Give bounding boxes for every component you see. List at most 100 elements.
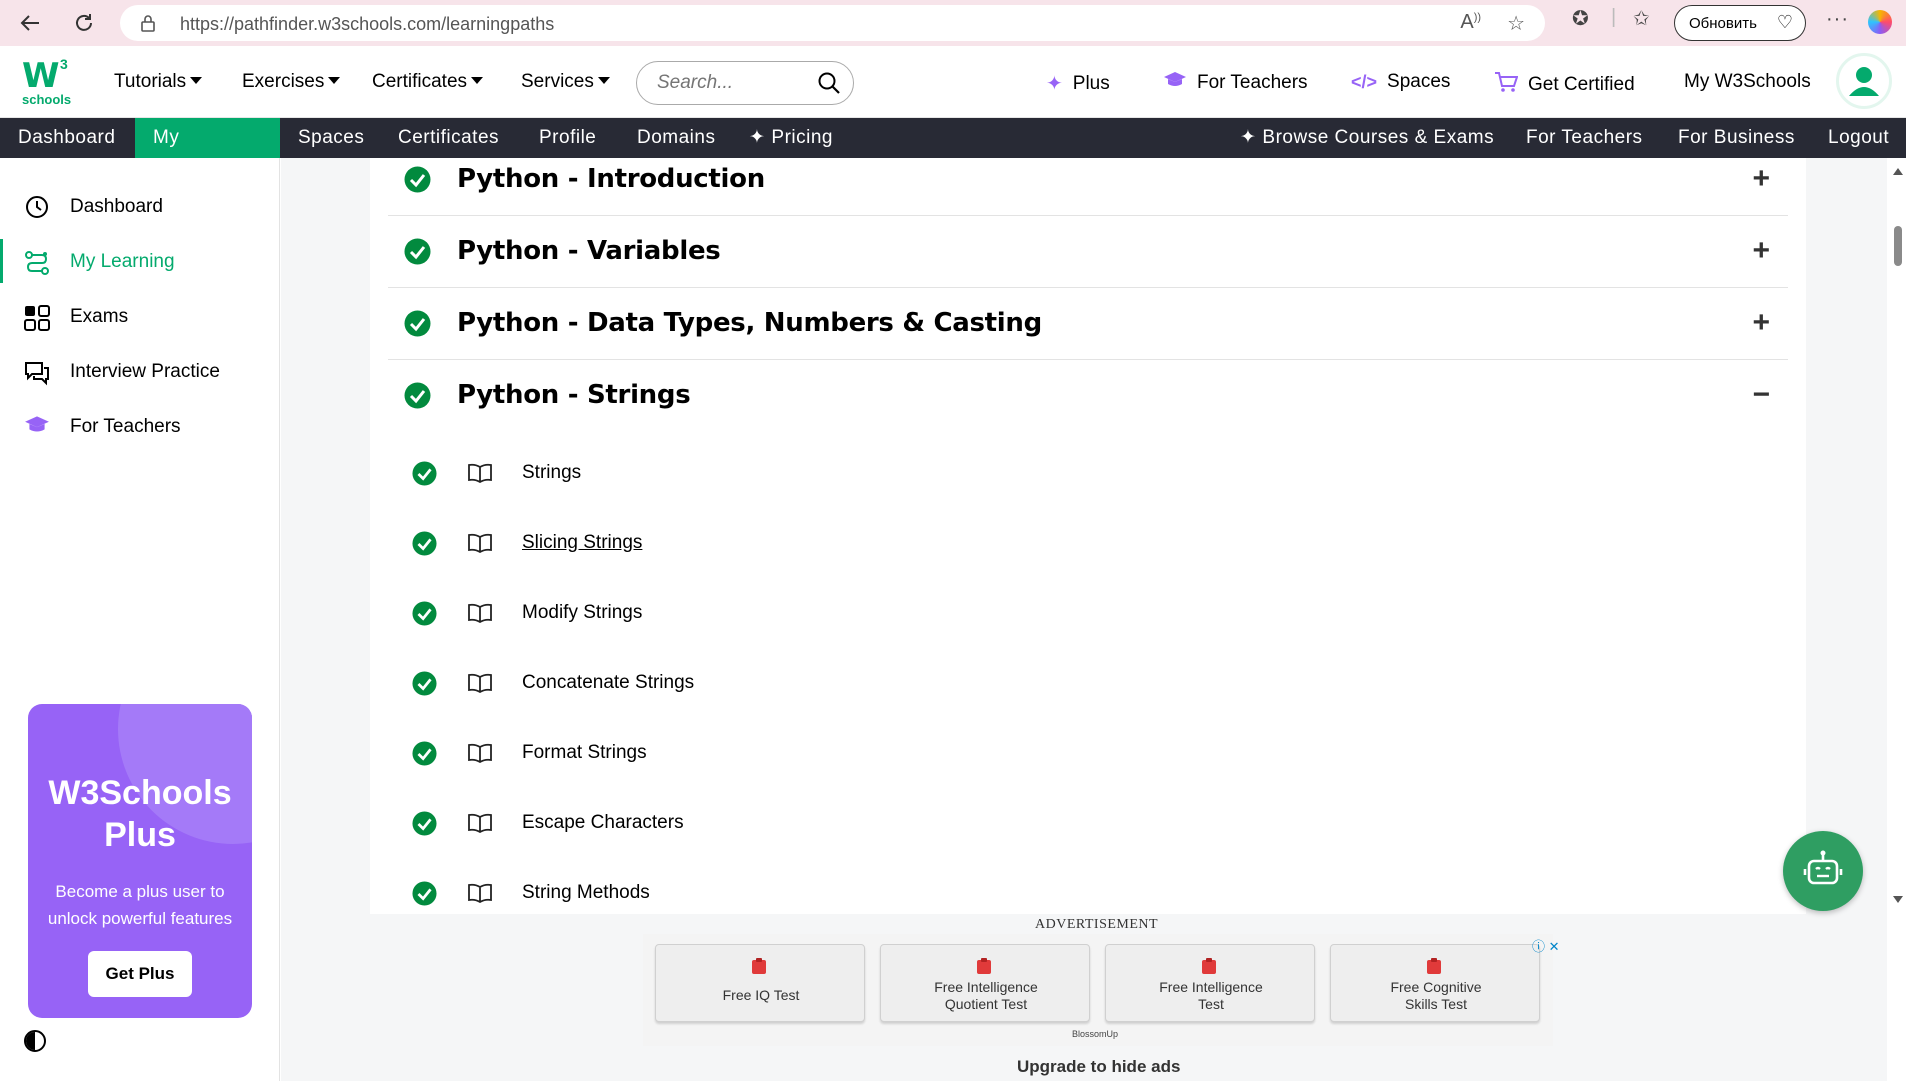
read-aloud-icon[interactable]: A)): [1460, 11, 1481, 36]
chatbot-button[interactable]: [1783, 831, 1863, 911]
lesson-title[interactable]: Format Strings: [522, 742, 647, 764]
get-certified-label: Get Certified: [1528, 74, 1635, 95]
url-text: https://pathfinder.w3schools.com/learnin…: [180, 14, 555, 34]
clipboard-icon: [1202, 958, 1216, 974]
sidebar-item-for-teachers[interactable]: For Teachers: [0, 404, 280, 448]
favorites-icon[interactable]: ✩: [1633, 6, 1650, 31]
search-icon[interactable]: [817, 71, 841, 100]
check-circle-icon: [412, 531, 437, 561]
subnav-my-learning[interactable]: My Learning: [135, 118, 280, 188]
scroll-up-arrow-icon[interactable]: [1893, 168, 1903, 175]
ad-label: ADVERTISEMENT: [1035, 917, 1159, 932]
check-circle-icon: [412, 811, 437, 841]
exercises-menu[interactable]: Exercises: [242, 71, 341, 93]
graduation-cap-icon: [24, 415, 50, 439]
lesson-item[interactable]: Concatenate Strings: [388, 663, 1388, 703]
sidebar-label: For Teachers: [70, 416, 181, 437]
collapse-icon[interactable]: −: [1752, 378, 1770, 412]
robot-icon: [1803, 850, 1843, 885]
learning-path-icon: [24, 250, 50, 275]
check-circle-icon: [412, 671, 437, 701]
scrollbar-thumb[interactable]: [1894, 226, 1902, 266]
ad-tile-text: Free IQ Test: [722, 987, 800, 1003]
lesson-title[interactable]: Slicing Strings: [522, 532, 642, 554]
sidebar: Dashboard My Learning Exams Interview Pr…: [0, 158, 280, 1081]
section-title: Python - Strings: [457, 380, 691, 410]
section-row[interactable]: Python - Introduction +: [388, 144, 1788, 216]
plus-link[interactable]: ✦ Plus: [1046, 71, 1110, 96]
certificates-menu[interactable]: Certificates: [372, 71, 484, 93]
page-scrollbar[interactable]: [1887, 158, 1906, 913]
subnav-logout[interactable]: Logout: [1810, 118, 1906, 158]
address-bar[interactable]: https://pathfinder.w3schools.com/learnin…: [120, 5, 1545, 41]
section-title: Python - Variables: [457, 236, 721, 266]
copilot-icon[interactable]: [1868, 10, 1892, 34]
more-menu-icon[interactable]: ···: [1826, 8, 1849, 31]
plus-promo-card: W3Schools Plus Become a plus user to unl…: [28, 704, 252, 1018]
subnav-dashboard[interactable]: Dashboard: [0, 118, 133, 158]
upgrade-to-hide-ads-link[interactable]: Upgrade to hide ads: [1017, 1057, 1180, 1077]
ad-tile-text: Quotient Test: [944, 996, 1028, 1012]
for-teachers-label: For Teachers: [1197, 72, 1308, 93]
lesson-item[interactable]: String Methods: [388, 873, 1388, 913]
lesson-item[interactable]: Slicing Strings: [388, 523, 1388, 563]
sidebar-label: Interview Practice: [70, 361, 220, 382]
back-icon[interactable]: [10, 3, 50, 43]
ad-tile[interactable]: Free Intelligence Quotient Test: [880, 944, 1090, 1022]
sidebar-label: Dashboard: [70, 196, 163, 217]
for-teachers-link[interactable]: For Teachers: [1163, 71, 1308, 95]
tutorials-menu[interactable]: Tutorials: [114, 71, 203, 93]
sidebar-item-exams[interactable]: Exams: [0, 294, 280, 338]
search-input[interactable]: [657, 72, 807, 94]
subnav-spaces[interactable]: Spaces: [280, 118, 382, 158]
sidebar-item-interview-practice[interactable]: Interview Practice: [0, 349, 280, 393]
ad-tile-text: Free Cognitive: [1390, 979, 1482, 995]
spaces-link[interactable]: </> Spaces: [1351, 71, 1450, 93]
check-circle-icon: [412, 601, 437, 631]
get-certified-link[interactable]: Get Certified: [1494, 71, 1635, 99]
lesson-title[interactable]: Modify Strings: [522, 602, 642, 624]
search-box: [636, 61, 854, 105]
services-menu[interactable]: Services: [521, 71, 610, 93]
caret-down-icon: [471, 77, 484, 84]
lesson-title[interactable]: Escape Characters: [522, 812, 684, 834]
clipboard-icon: [752, 958, 766, 974]
ad-tile[interactable]: Free IQ Test: [655, 944, 865, 1022]
sidebar-label: Exams: [70, 306, 129, 327]
my-w3schools-link[interactable]: My W3Schools: [1684, 71, 1811, 93]
favorite-star-icon[interactable]: ☆: [1507, 11, 1525, 36]
ad-tile[interactable]: Free Cognitive Skills Test: [1330, 944, 1540, 1022]
ad-tile-text: Free Intelligence: [1159, 979, 1263, 995]
section-row[interactable]: Python - Variables +: [388, 216, 1788, 288]
expand-icon[interactable]: +: [1752, 234, 1770, 268]
sidebar-item-my-learning[interactable]: My Learning: [0, 239, 280, 283]
check-circle-icon: [404, 310, 431, 342]
section-row-expanded[interactable]: Python - Strings −: [388, 360, 1788, 432]
ad-close-icon[interactable]: ⓘ ✕: [1532, 936, 1560, 955]
user-avatar[interactable]: [1836, 53, 1892, 109]
expand-icon[interactable]: +: [1752, 306, 1770, 340]
ad-tile[interactable]: Free Intelligence Test: [1105, 944, 1315, 1022]
sidebar-item-dashboard[interactable]: Dashboard: [0, 184, 280, 228]
heart-icon: ♡: [1776, 12, 1793, 32]
w3-top-nav: W 3 schools Tutorials Exercises Certific…: [0, 46, 1906, 118]
plus-label: Plus: [1072, 72, 1110, 94]
lesson-title[interactable]: Strings: [522, 462, 581, 484]
certificates-label: Certificates: [372, 71, 468, 92]
scroll-down-arrow-icon[interactable]: [1893, 896, 1903, 903]
lesson-item[interactable]: Modify Strings: [388, 593, 1388, 633]
reload-icon[interactable]: [64, 3, 104, 43]
get-plus-button[interactable]: Get Plus: [88, 951, 192, 997]
expand-icon[interactable]: +: [1752, 162, 1770, 196]
w3schools-logo[interactable]: W 3 schools: [20, 56, 76, 108]
lesson-title[interactable]: String Methods: [522, 882, 650, 904]
lesson-item[interactable]: Strings: [388, 453, 1388, 493]
lesson-item[interactable]: Escape Characters: [388, 803, 1388, 843]
update-button[interactable]: Обновить ♡: [1674, 5, 1806, 41]
dark-mode-toggle-icon[interactable]: [24, 1030, 46, 1052]
lesson-item[interactable]: Format Strings: [388, 733, 1388, 773]
extensions-icon[interactable]: ✪: [1572, 6, 1589, 31]
section-row[interactable]: Python - Data Types, Numbers & Casting +: [388, 288, 1788, 360]
logo-w: W: [22, 56, 60, 96]
lesson-title[interactable]: Concatenate Strings: [522, 672, 694, 694]
